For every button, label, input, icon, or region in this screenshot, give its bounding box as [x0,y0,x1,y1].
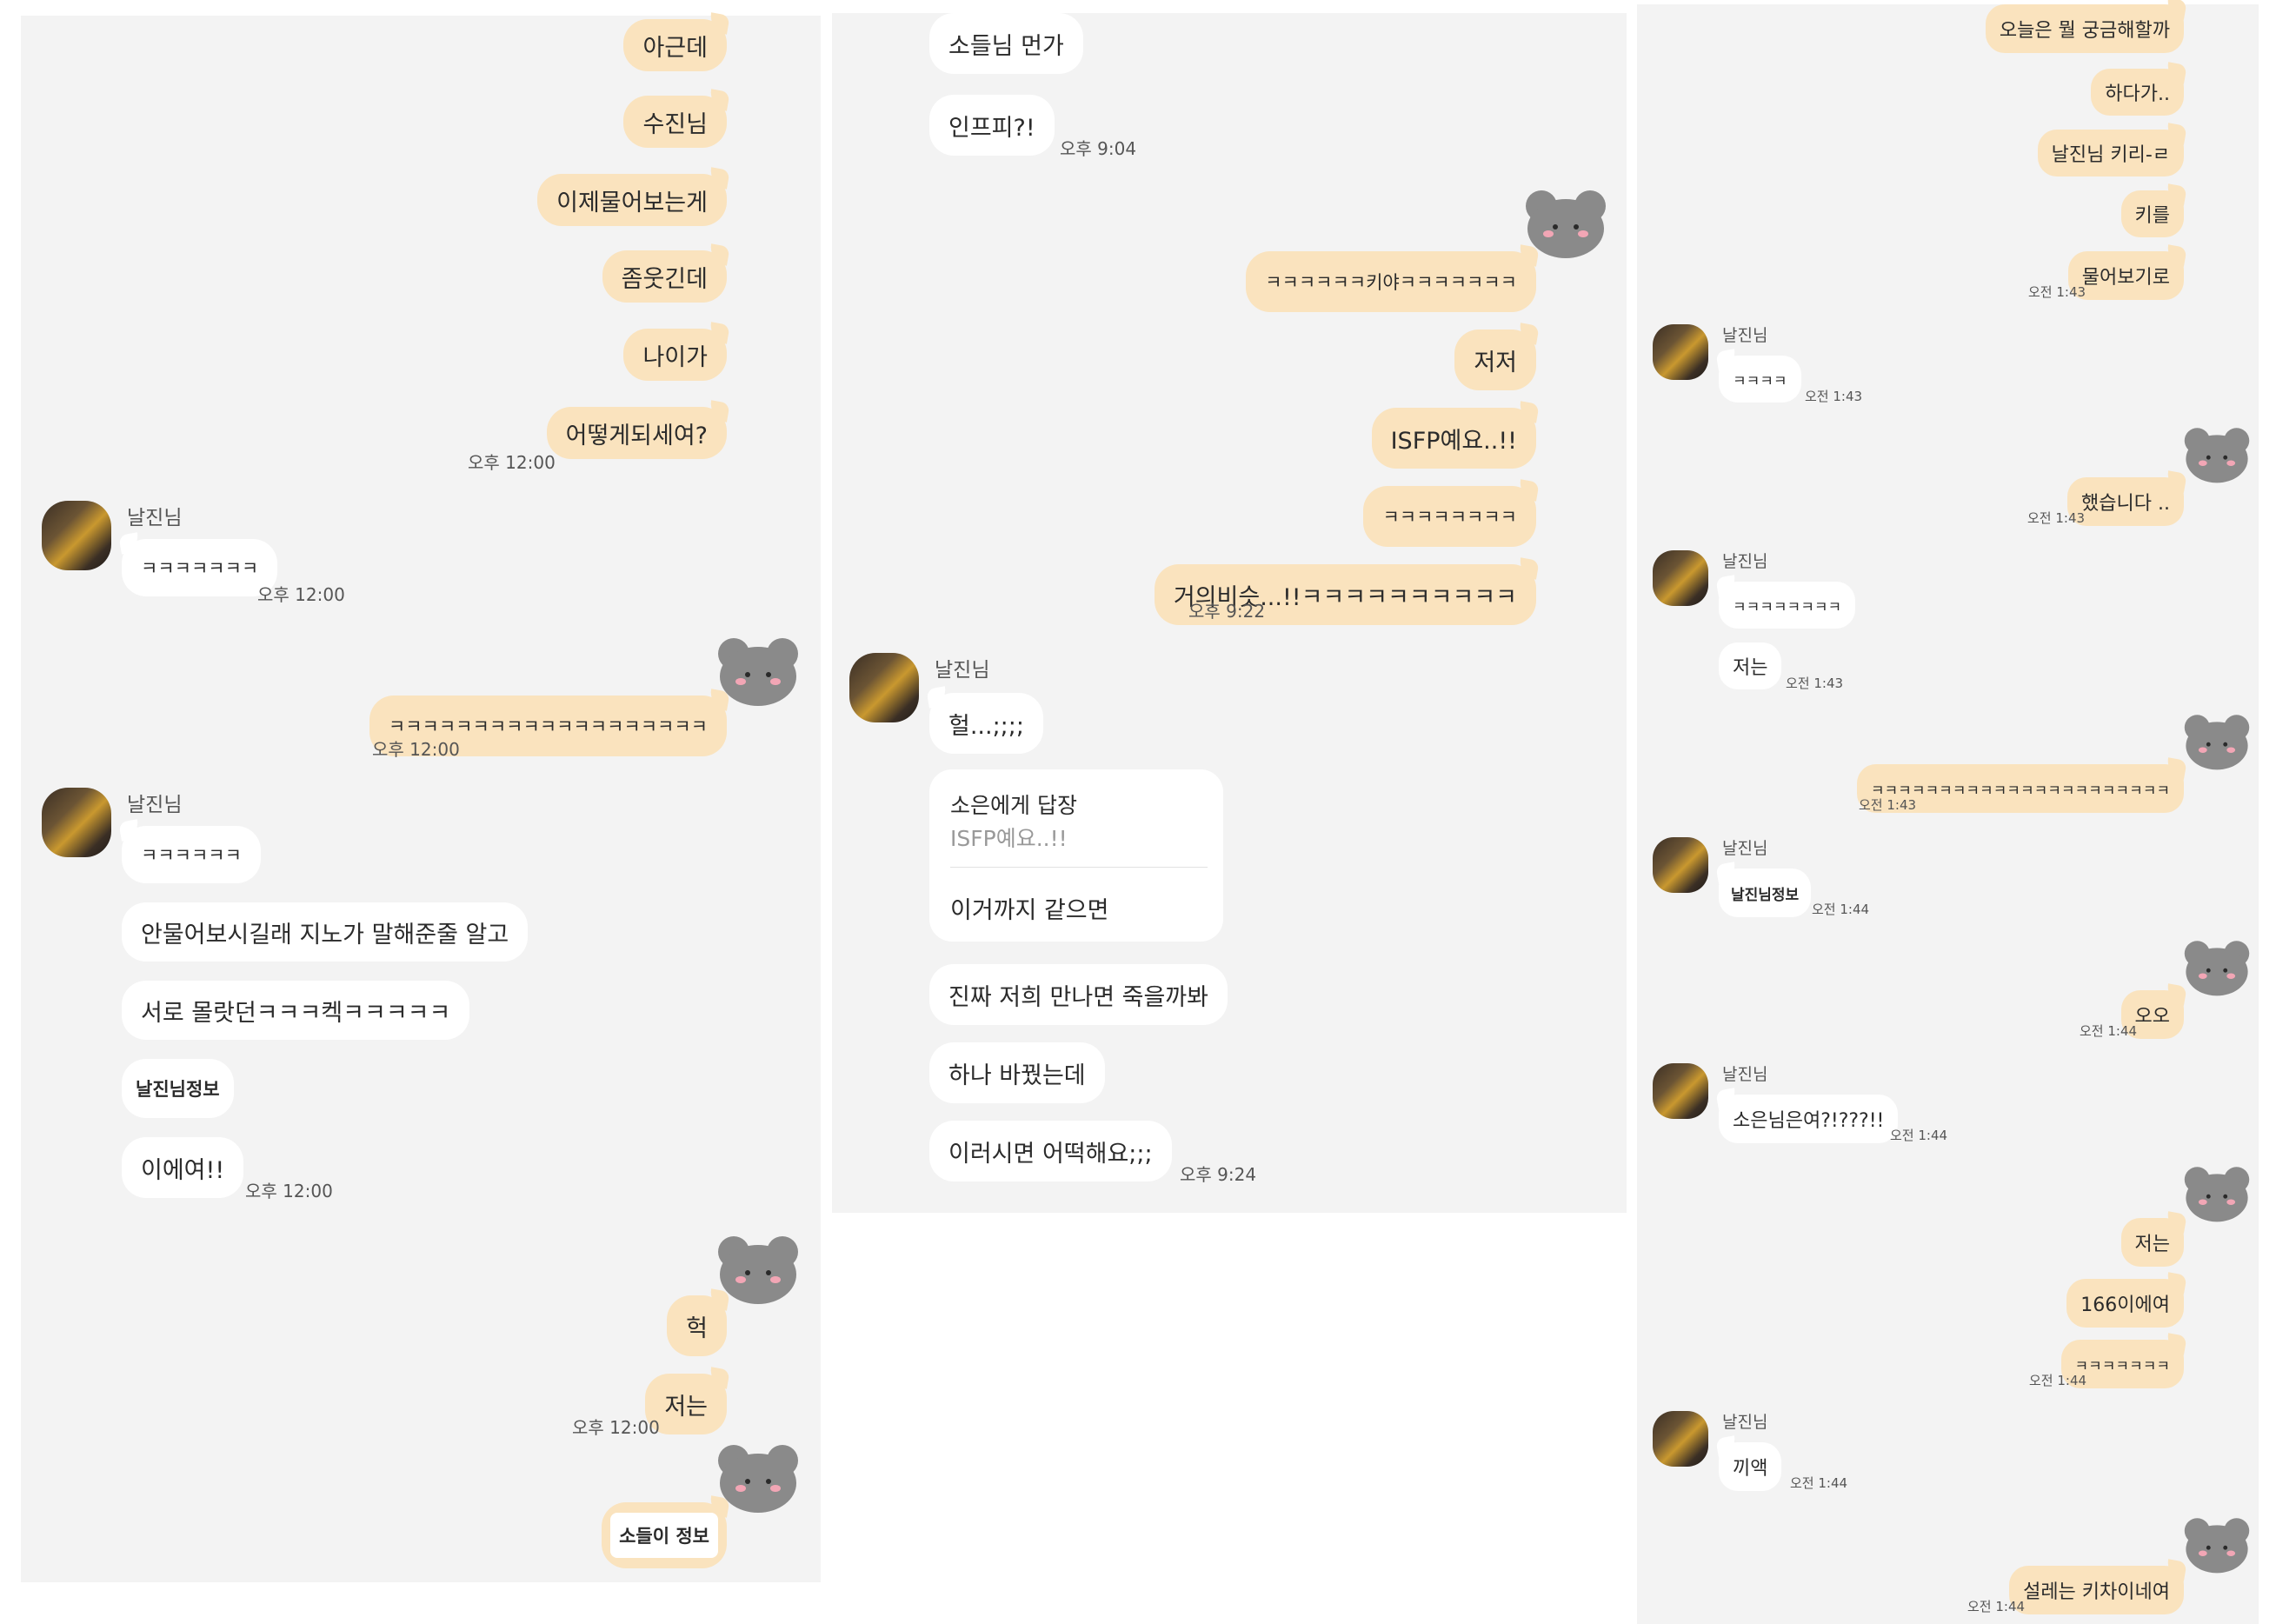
my-message-bubble[interactable]: 이제물어보는게 [537,174,727,226]
message-timestamp: 오전 1:44 [1890,1128,1948,1143]
quoted-message: ISFP예요..!! [950,826,1068,851]
contact-message-bubble[interactable]: 소은님은여?!???!! [1719,1095,1899,1143]
my-message-bubble[interactable]: 나이가 [623,329,727,381]
my-message-bubble[interactable]: 저저 [1454,329,1536,390]
contact-message-bubble[interactable]: 날진님정보 [122,1059,234,1118]
my-message-bubble[interactable]: 오늘은 뭘 궁금해할까 [1985,4,2184,53]
message-timestamp: 오후 12:00 [257,584,345,605]
contact-message-bubble[interactable]: 이러시면 어떡해요;;; [929,1121,1172,1181]
contact-message-bubble[interactable]: 끼액 [1719,1442,1782,1491]
bear-sticker-avatar-icon[interactable] [2181,1515,2253,1574]
message-timestamp: 오전 1:43 [2028,284,2086,300]
contact-message-bubble[interactable]: 저는 [1719,642,1782,689]
message-timestamp: 오후 12:00 [468,452,556,473]
my-message-bubble[interactable]: 헉 [667,1295,727,1356]
contact-avatar[interactable] [1653,1063,1708,1119]
profile-info-card[interactable]: 날진님정보 [1726,876,1805,909]
contact-message-bubble[interactable]: 이에여!! [122,1137,244,1198]
message-timestamp: 오전 1:44 [2029,1373,2087,1388]
contact-message-bubble[interactable]: 안물어보시길래 지노가 말해준줄 알고 [122,902,529,962]
contact-message-bubble[interactable]: 진짜 저희 만나면 죽을까봐 [929,964,1228,1025]
contact-message-bubble[interactable]: 헐...;;;; [929,693,1043,754]
bear-sticker-avatar-icon[interactable] [2181,425,2253,484]
chat-panel-2[interactable]: 소들님 먼가 인프피?! 오후 9:04 ㅋㅋㅋㅋㅋㅋ키야ㅋㅋㅋㅋㅋㅋㅋ 저저 … [832,13,1627,1213]
contact-avatar[interactable] [849,653,919,722]
my-message-bubble[interactable]: 저는 [2120,1218,2184,1267]
message-timestamp: 오전 1:44 [1790,1475,1848,1491]
contact-message-bubble[interactable]: ㅋㅋㅋㅋㅋㅋㅋㅋ [1719,582,1856,629]
my-message-bubble[interactable]: 설레는 키차이네여 [2009,1566,2184,1614]
message-timestamp: 오후 9:04 [1060,138,1137,159]
sender-name: 날진님 [1722,1065,1768,1084]
contact-avatar[interactable] [1653,324,1708,380]
contact-avatar[interactable] [42,788,111,857]
my-message-bubble[interactable]: ISFP예요..!! [1371,408,1536,469]
message-timestamp: 오전 1:44 [2080,1023,2138,1039]
contact-avatar[interactable] [1653,550,1708,606]
reply-text: 이거까지 같으면 [950,897,1109,924]
contact-message-bubble[interactable]: ㅋㅋㅋㅋ [1719,356,1801,403]
my-message-bubble[interactable]: 키를 [2120,190,2184,237]
message-timestamp: 오후 12:00 [572,1417,660,1438]
my-message-bubble[interactable]: 좀웃긴데 [602,250,727,303]
profile-info-card[interactable]: 소들이 정보 [610,1513,718,1558]
message-timestamp: 오후 12:00 [372,739,460,760]
message-timestamp: 오후 9:22 [1188,601,1266,622]
my-message-bubble[interactable]: 날진님 키리-ㄹ [2037,130,2184,176]
contact-avatar[interactable] [42,501,111,570]
profile-info-card[interactable]: 날진님정보 [130,1069,225,1108]
my-message-bubble[interactable]: 하다가.. [2091,69,2184,116]
my-message-bubble[interactable]: ㅋㅋㅋㅋㅋㅋㅋㅋ [1363,486,1536,547]
contact-avatar[interactable] [1653,1411,1708,1467]
contact-message-bubble[interactable]: 인프피?! [929,95,1055,156]
sender-name: 날진님 [1722,1413,1768,1432]
reply-target-label: 소은에게 답장 [950,793,1077,818]
message-timestamp: 오전 1:43 [2027,510,2086,526]
bear-sticker-avatar-icon[interactable] [2181,1164,2253,1223]
my-message-bubble[interactable]: 수진님 [623,96,727,148]
sender-name: 날진님 [1722,552,1768,571]
contact-avatar[interactable] [1653,837,1708,893]
message-timestamp: 오전 1:44 [1967,1599,2026,1614]
my-message-bubble[interactable]: ㅋㅋㅋㅋㅋㅋ키야ㅋㅋㅋㅋㅋㅋㅋ [1246,251,1536,312]
message-timestamp: 오후 9:24 [1180,1164,1257,1185]
message-timestamp: 오전 1:43 [1786,676,1844,691]
contact-message-bubble[interactable]: 날진님정보 [1719,869,1812,917]
my-message-bubble[interactable]: 아근데 [623,19,727,71]
message-timestamp: 오후 12:00 [245,1181,333,1201]
reply-message-card[interactable]: 소은에게 답장 ISFP예요..!! 이거까지 같으면 [929,769,1223,942]
sender-name: 날진님 [127,794,183,816]
my-message-bubble[interactable]: 했습니다 .. [2067,477,2184,526]
contact-message-bubble[interactable]: 서로 몰랏던ㅋㅋㅋ켁ㅋㅋㅋㅋㅋ [122,981,470,1040]
contact-message-bubble[interactable]: ㅋㅋㅋㅋㅋㅋㅋ [122,539,278,596]
sender-name: 날진님 [935,659,990,682]
message-timestamp: 오전 1:43 [1805,389,1863,404]
bear-sticker-avatar-icon[interactable] [2181,712,2253,771]
chat-panel-1[interactable]: 아근데 수진님 이제물어보는게 좀웃긴데 나이가 어떻게되세여? 오후 12:0… [21,16,821,1582]
contact-message-bubble[interactable]: 소들님 먼가 [929,13,1083,74]
divider [950,867,1208,868]
message-timestamp: 오전 1:44 [1812,902,1870,917]
contact-message-bubble[interactable]: ㅋㅋㅋㅋㅋㅋ [122,826,261,883]
sender-name: 날진님 [127,507,183,529]
my-message-bubble[interactable]: 어떻게되세여? [546,407,727,459]
sender-name: 날진님 [1722,326,1768,345]
chat-panel-3[interactable]: 오늘은 뭘 궁금해할까 하다가.. 날진님 키리-ㄹ 키를 물어보기로 오전 1… [1637,4,2259,1624]
contact-message-bubble[interactable]: 하나 바꿨는데 [929,1042,1105,1103]
bear-sticker-avatar-icon[interactable] [2181,938,2253,997]
my-message-bubble[interactable]: 소들이 정보 [602,1502,727,1568]
message-timestamp: 오전 1:43 [1859,797,1917,813]
my-message-bubble[interactable]: 166이에여 [2066,1279,2184,1328]
sender-name: 날진님 [1722,839,1768,858]
